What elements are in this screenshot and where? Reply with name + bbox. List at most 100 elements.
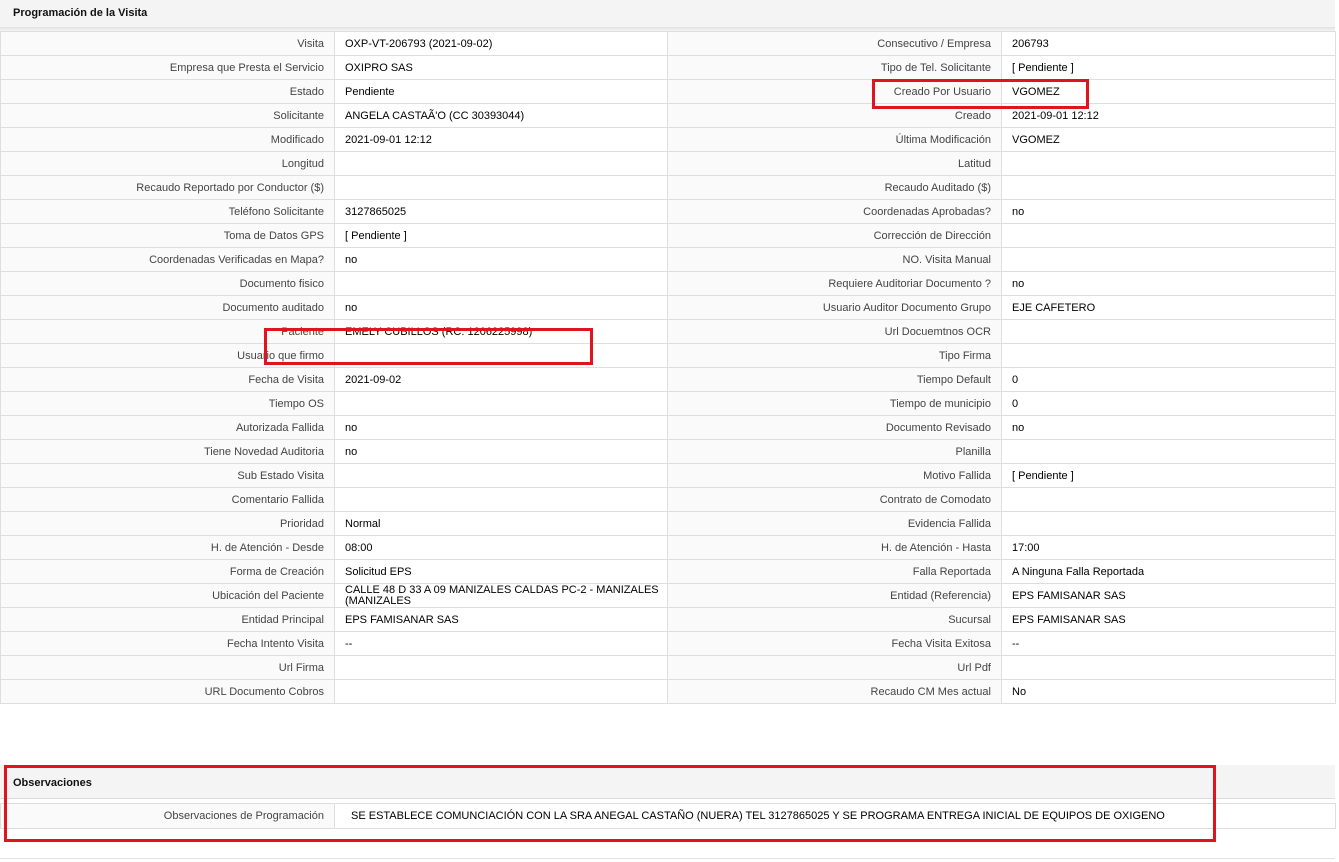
field-value: Pendiente: [334, 79, 668, 104]
table-row: Observaciones de Programación SE ESTABLE…: [0, 803, 1336, 829]
table-row: Url Firma Url Pdf: [0, 655, 1336, 680]
table-row: Tiempo OS Tiempo de municipio 0: [0, 391, 1336, 416]
field-label: Url Pdf: [667, 655, 1002, 680]
field-label: H. de Atención - Desde: [0, 535, 335, 560]
field-value: [334, 391, 668, 416]
field-value: Solicitud EPS: [334, 559, 668, 584]
field-label: Tiempo de municipio: [667, 391, 1002, 416]
field-label: Estado: [0, 79, 335, 104]
field-label: Solicitante: [0, 103, 335, 128]
field-label: Fecha Intento Visita: [0, 631, 335, 656]
field-label: Fecha Visita Exitosa: [667, 631, 1002, 656]
field-value: --: [1001, 631, 1336, 656]
field-value: --: [334, 631, 668, 656]
field-label: Entidad Principal: [0, 607, 335, 632]
observaciones-value: SE ESTABLECE COMUNCIACIÓN CON LA SRA ANE…: [334, 803, 1336, 829]
field-label: Sucursal: [667, 607, 1002, 632]
field-label: Creado: [667, 103, 1002, 128]
observaciones-title: Observaciones: [13, 777, 92, 789]
field-value: [ Pendiente ]: [334, 223, 668, 248]
field-value: 0: [1001, 367, 1336, 392]
field-label: Teléfono Solicitante: [0, 199, 335, 224]
field-value: VGOMEZ: [1001, 127, 1336, 152]
field-label: Recaudo Auditado ($): [667, 175, 1002, 200]
field-label: Paciente: [0, 319, 335, 344]
field-value: No: [1001, 679, 1336, 704]
field-value: EPS FAMISANAR SAS: [334, 607, 668, 632]
table-row: Comentario Fallida Contrato de Comodato: [0, 487, 1336, 512]
table-row: Estado Pendiente Creado Por Usuario VGOMEZ: [0, 79, 1336, 104]
section-header-observaciones: Observaciones: [0, 765, 1335, 799]
field-value: no: [334, 247, 668, 272]
table-row: Fecha de Visita 2021-09-02 Tiempo Default 0: [0, 367, 1336, 392]
field-value: CALLE 48 D 33 A 09 MANIZALES CALDAS PC-2…: [334, 583, 668, 608]
table-row: Fecha Intento Visita -- Fecha Visita Exito…: [0, 631, 1336, 656]
field-value: 2021-09-02: [334, 367, 668, 392]
field-value: OXP-VT-206793 (2021-09-02): [334, 31, 668, 56]
field-value: EMELY CUBILLOS (RC: 1206225998): [334, 319, 668, 344]
field-value: EJE CAFETERO: [1001, 295, 1336, 320]
field-value: Normal: [334, 511, 668, 536]
field-label: Comentario Fallida: [0, 487, 335, 512]
table-row: Ubicación del Paciente CALLE 48 D 33 A 09…: [0, 583, 1336, 608]
field-value: no: [1001, 415, 1336, 440]
field-label: Url Docuemtnos OCR: [667, 319, 1002, 344]
field-value: 17:00: [1001, 535, 1336, 560]
field-value: [ Pendiente ]: [1001, 463, 1336, 488]
visit-details-table: Visita OXP-VT-206793 (2021-09-02) Consecut…: [0, 31, 1336, 704]
field-label: Tiene Novedad Auditoria: [0, 439, 335, 464]
field-value: [1001, 511, 1336, 536]
field-label: Latitud: [667, 151, 1002, 176]
field-value: [1001, 319, 1336, 344]
field-value: [334, 487, 668, 512]
field-label: Modificado: [0, 127, 335, 152]
table-row: Prioridad Normal Evidencia Fallida: [0, 511, 1336, 536]
field-label: Visita: [0, 31, 335, 56]
field-value: [1001, 439, 1336, 464]
table-row: Tiene Novedad Auditoria no Planilla: [0, 439, 1336, 464]
field-label: Creado Por Usuario: [667, 79, 1002, 104]
field-value: 2021-09-01 12:12: [1001, 103, 1336, 128]
field-value: no: [334, 415, 668, 440]
field-label: Documento auditado: [0, 295, 335, 320]
field-value: [1001, 247, 1336, 272]
field-label: Corrección de Dirección: [667, 223, 1002, 248]
table-row: Usuario que firmo Tipo Firma: [0, 343, 1336, 368]
divider: [0, 858, 1335, 859]
field-value: no: [334, 439, 668, 464]
field-label: Consecutivo / Empresa: [667, 31, 1002, 56]
table-row: Recaudo Reportado por Conductor ($) Recau…: [0, 175, 1336, 200]
field-value: [334, 679, 668, 704]
field-label: Evidencia Fallida: [667, 511, 1002, 536]
table-row: Entidad Principal EPS FAMISANAR SAS Sucurs…: [0, 607, 1336, 632]
table-row: Paciente EMELY CUBILLOS (RC: 1206225998) U…: [0, 319, 1336, 344]
table-row: Sub Estado Visita Motivo Fallida[ Pendien…: [0, 463, 1336, 488]
table-row: H. de Atención - Desde 08:00 H. de Atenció…: [0, 535, 1336, 560]
field-label: Tiempo OS: [0, 391, 335, 416]
field-label: Prioridad: [0, 511, 335, 536]
field-label: Usuario que firmo: [0, 343, 335, 368]
field-label: Autorizada Fallida: [0, 415, 335, 440]
field-label: Falla Reportada: [667, 559, 1002, 584]
section-title: Programación de la Visita: [13, 7, 148, 19]
field-value: 0: [1001, 391, 1336, 416]
field-value: 206793: [1001, 31, 1336, 56]
table-row: URL Documento Cobros Recaudo CM Mes actua…: [0, 679, 1336, 704]
field-value: [1001, 175, 1336, 200]
field-value: [1001, 487, 1336, 512]
table-row: Modificado 2021-09-01 12:12 Última Modific…: [0, 127, 1336, 152]
field-label: Recaudo Reportado por Conductor ($): [0, 175, 335, 200]
table-row: Teléfono Solicitante 3127865025 Coordenada…: [0, 199, 1336, 224]
field-value: no: [1001, 199, 1336, 224]
field-value: [ Pendiente ]: [1001, 55, 1336, 80]
field-value: VGOMEZ: [1001, 79, 1336, 104]
field-label: Forma de Creación: [0, 559, 335, 584]
table-row: Coordenadas Verificadas en Mapa? no NO. Vi…: [0, 247, 1336, 272]
field-value: [334, 151, 668, 176]
field-value: ANGELA CASTAÃ'O (CC 30393044): [334, 103, 668, 128]
field-value: 2021-09-01 12:12: [334, 127, 668, 152]
field-label: Url Firma: [0, 655, 335, 680]
field-value: EPS FAMISANAR SAS: [1001, 583, 1336, 608]
table-row: Documento auditado no Usuario Auditor Docu…: [0, 295, 1336, 320]
table-row: Solicitante ANGELA CASTAÃ'O (CC 30393044)…: [0, 103, 1336, 128]
